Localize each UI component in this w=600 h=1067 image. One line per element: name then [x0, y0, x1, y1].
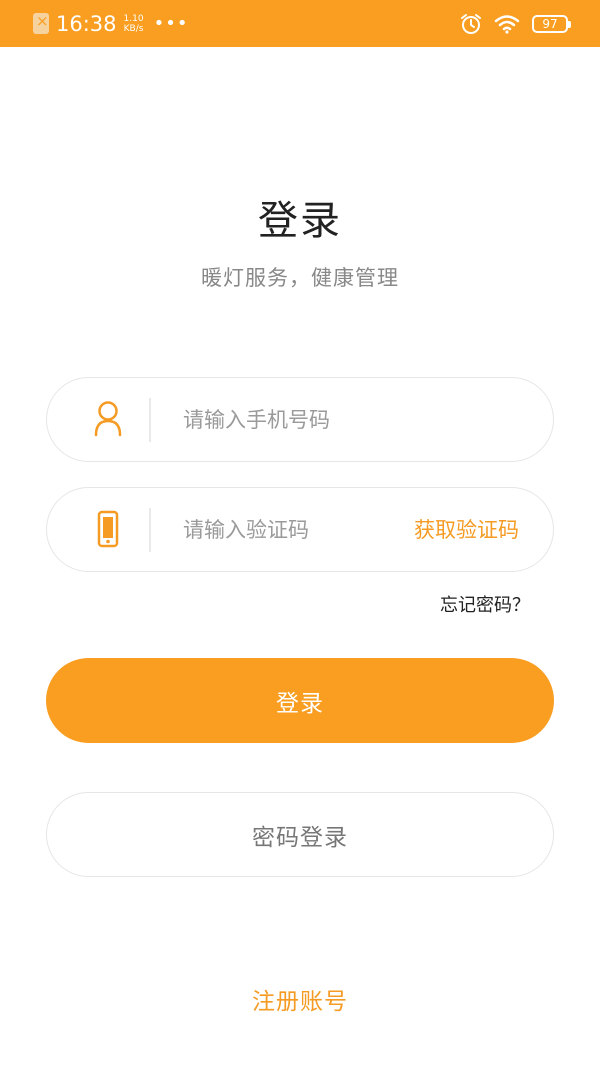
password-login-button[interactable]: 密码登录 [46, 792, 554, 877]
status-bar: 16:38 1.10 KB/s ••• 97 [0, 0, 600, 47]
status-bar-left: 16:38 1.10 KB/s ••• [33, 0, 188, 47]
code-field[interactable]: 获取验证码 [46, 487, 554, 572]
wifi-icon [494, 14, 520, 34]
phone-field[interactable] [46, 377, 554, 462]
more-notifications-icon: ••• [153, 13, 189, 34]
verification-code-input[interactable] [183, 508, 393, 552]
forgot-password-link[interactable]: 忘记密码？ [440, 591, 530, 617]
field-divider [149, 508, 151, 552]
user-icon [94, 401, 122, 437]
network-speed-value: 1.10 [123, 13, 144, 24]
login-button[interactable]: 登录 [46, 658, 554, 743]
battery-icon: 97 [532, 14, 571, 33]
status-bar-right: 97 [460, 0, 571, 47]
field-divider [149, 398, 151, 442]
phone-input[interactable] [183, 398, 393, 442]
mobile-phone-icon [97, 510, 119, 548]
register-link[interactable]: 注册账号 [0, 982, 600, 1016]
clock: 16:38 [56, 11, 117, 36]
page-title: 登录 [258, 198, 342, 244]
get-verification-code-button[interactable]: 获取验证码 [414, 514, 519, 544]
battery-level: 97 [542, 16, 558, 31]
sim-off-icon [33, 12, 49, 34]
network-speed-unit: KB/s [123, 23, 144, 34]
alarm-icon [461, 13, 481, 34]
page-subtitle: 暖灯服务，健康管理 [201, 266, 399, 290]
network-speed: 1.10 KB/s [124, 14, 144, 34]
